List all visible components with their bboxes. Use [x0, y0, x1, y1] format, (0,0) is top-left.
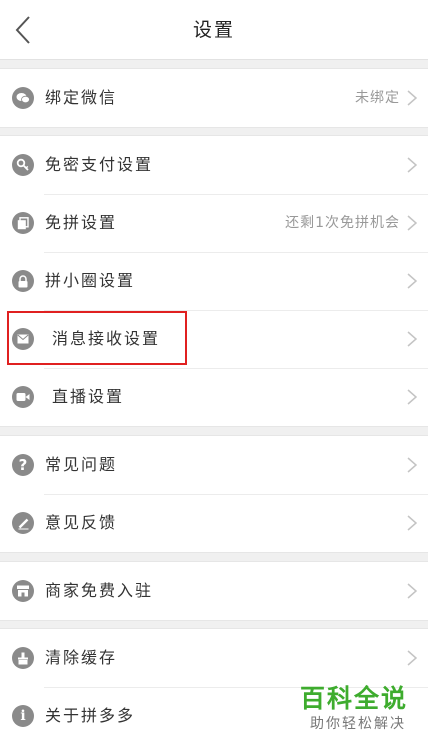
settings-item-label: 清除缓存 — [45, 648, 118, 667]
store-icon — [12, 580, 34, 602]
chevron-right-icon — [407, 515, 418, 531]
chevron-right-icon — [407, 457, 418, 473]
watermark-title: 百科全说 — [300, 684, 409, 713]
header-bar: 设置 — [0, 0, 428, 60]
settings-item-label: 关于拼多多 — [45, 706, 136, 725]
settings-item-label: 常见问题 — [45, 455, 118, 474]
video-camera-icon — [12, 386, 34, 408]
settings-item-merchant-join[interactable]: 商家免费入驻 — [0, 562, 428, 620]
settings-item-label: 意见反馈 — [45, 513, 118, 532]
settings-item-group-free[interactable]: 免拼设置 还剩1次免拼机会 — [0, 194, 428, 252]
broom-icon — [12, 647, 34, 669]
chevron-right-icon — [407, 215, 418, 231]
settings-item-faq[interactable]: ? 常见问题 — [0, 436, 428, 494]
question-icon: ? — [12, 454, 34, 476]
info-icon: i — [12, 705, 34, 727]
chevron-right-icon — [407, 157, 418, 173]
chevron-right-icon — [407, 650, 418, 666]
settings-item-label: 免密支付设置 — [45, 155, 154, 174]
chevron-right-icon — [407, 583, 418, 599]
settings-group-help: ? 常见问题 意见反馈 — [0, 435, 428, 553]
settings-item-value: 还剩1次免拼机会 — [285, 215, 400, 231]
chevron-right-icon — [407, 389, 418, 405]
chevron-right-icon — [407, 90, 418, 106]
settings-group-payment: 免密支付设置 免拼设置 还剩1次免拼机会 拼小圈设置 消息接收设置 直播设置 — [0, 135, 428, 427]
copy-icon — [12, 212, 34, 234]
settings-item-bind-wechat[interactable]: 绑定微信 未绑定 — [0, 69, 428, 127]
page-title: 设置 — [192, 19, 235, 41]
pencil-icon — [12, 512, 34, 534]
highlight-box — [7, 311, 187, 365]
settings-group-merchant: 商家免费入驻 — [0, 561, 428, 621]
settings-item-value: 未绑定 — [355, 90, 400, 106]
settings-item-label: 拼小圈设置 — [45, 271, 136, 290]
settings-item-feedback[interactable]: 意见反馈 — [0, 494, 428, 552]
settings-item-password-free-pay[interactable]: 免密支付设置 — [0, 136, 428, 194]
settings-item-label: 绑定微信 — [45, 88, 118, 107]
settings-group-account: 绑定微信 未绑定 — [0, 68, 428, 128]
settings-item-label: 免拼设置 — [45, 213, 118, 232]
lock-icon — [12, 270, 34, 292]
settings-item-label: 商家免费入驻 — [45, 581, 154, 600]
watermark-logo: 百科全说 助你轻松解决 — [300, 684, 422, 740]
settings-item-live-stream[interactable]: 直播设置 — [0, 368, 428, 426]
wechat-icon — [12, 87, 34, 109]
key-icon — [12, 154, 34, 176]
settings-item-label: 直播设置 — [52, 387, 125, 406]
chevron-right-icon — [407, 331, 418, 347]
settings-item-pin-circle[interactable]: 拼小圈设置 — [0, 252, 428, 310]
chevron-right-icon — [407, 273, 418, 289]
settings-item-clear-cache[interactable]: 清除缓存 — [0, 629, 428, 687]
watermark-subtitle: 助你轻松解决 — [310, 716, 406, 732]
